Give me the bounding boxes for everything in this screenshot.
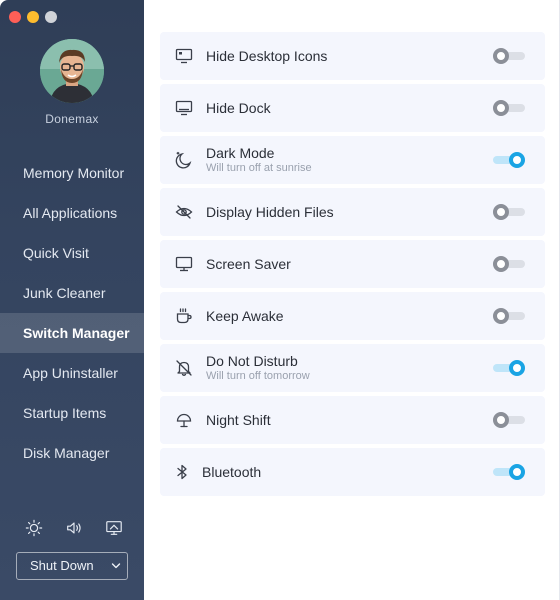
desktop-icon bbox=[175, 47, 193, 65]
switch-row-hide-desktop-icons[interactable]: Hide Desktop Icons bbox=[160, 32, 545, 80]
screen-saver-icon bbox=[175, 255, 193, 273]
sidebar: Donemax Memory Monitor All Applications … bbox=[0, 0, 144, 600]
switch-title: Keep Awake bbox=[206, 308, 284, 324]
toggle-hide-desktop-icons[interactable] bbox=[493, 48, 525, 64]
sidebar-item-memory-monitor[interactable]: Memory Monitor bbox=[0, 153, 144, 193]
switch-title: Do Not Disturb bbox=[206, 353, 298, 369]
shutdown-label: Shut Down bbox=[30, 558, 94, 573]
sidebar-item-app-uninstaller[interactable]: App Uninstaller bbox=[0, 353, 144, 393]
night-shift-icon bbox=[175, 411, 193, 429]
brightness-icon[interactable] bbox=[24, 518, 44, 538]
toggle-screen-saver[interactable] bbox=[493, 256, 525, 272]
toggle-do-not-disturb[interactable] bbox=[493, 360, 525, 376]
toggle-display-hidden-files[interactable] bbox=[493, 204, 525, 220]
switch-manager-panel: Hide Desktop Icons Hide Dock Dark Mode W… bbox=[144, 0, 560, 600]
toggle-night-shift[interactable] bbox=[493, 412, 525, 428]
switch-row-bluetooth[interactable]: Bluetooth bbox=[160, 448, 545, 496]
switch-list: Hide Desktop Icons Hide Dock Dark Mode W… bbox=[160, 32, 545, 500]
switch-title: Bluetooth bbox=[202, 464, 262, 480]
switch-row-hide-dock[interactable]: Hide Dock bbox=[160, 84, 545, 132]
switch-title: Hide Desktop Icons bbox=[206, 48, 328, 64]
traffic-lights bbox=[9, 11, 57, 23]
sidebar-item-quick-visit[interactable]: Quick Visit bbox=[0, 233, 144, 273]
toggle-bluetooth[interactable] bbox=[493, 464, 525, 480]
avatar-image bbox=[40, 39, 104, 103]
coffee-cup-icon bbox=[175, 307, 193, 325]
sidebar-nav: Memory Monitor All Applications Quick Vi… bbox=[0, 153, 144, 473]
switch-title: Night Shift bbox=[206, 412, 271, 428]
minimize-button[interactable] bbox=[27, 11, 39, 23]
hidden-files-icon bbox=[175, 203, 193, 221]
switch-subtitle: Will turn off at sunrise bbox=[206, 162, 312, 174]
switch-row-display-hidden-files[interactable]: Display Hidden Files bbox=[160, 188, 545, 236]
bell-off-icon bbox=[175, 359, 193, 377]
sidebar-item-junk-cleaner[interactable]: Junk Cleaner bbox=[0, 273, 144, 313]
sidebar-item-switch-manager[interactable]: Switch Manager bbox=[0, 313, 144, 353]
switch-title: Display Hidden Files bbox=[206, 204, 334, 220]
sidebar-item-disk-manager[interactable]: Disk Manager bbox=[0, 433, 144, 473]
switch-row-screen-saver[interactable]: Screen Saver bbox=[160, 240, 545, 288]
avatar[interactable] bbox=[40, 39, 104, 103]
switch-title: Screen Saver bbox=[206, 256, 291, 272]
switch-title: Dark Mode bbox=[206, 145, 275, 161]
sidebar-item-startup-items[interactable]: Startup Items bbox=[0, 393, 144, 433]
switch-title: Hide Dock bbox=[206, 100, 271, 116]
chevron-down-icon bbox=[111, 563, 121, 569]
bluetooth-icon bbox=[173, 463, 191, 481]
close-button[interactable] bbox=[9, 11, 21, 23]
dark-mode-icon bbox=[175, 151, 193, 169]
switch-row-do-not-disturb[interactable]: Do Not Disturb Will turn off tomorrow bbox=[160, 344, 545, 392]
switch-subtitle: Will turn off tomorrow bbox=[206, 370, 310, 382]
dock-icon bbox=[175, 99, 193, 117]
switch-row-dark-mode[interactable]: Dark Mode Will turn off at sunrise bbox=[160, 136, 545, 184]
shutdown-dropdown[interactable]: Shut Down bbox=[16, 552, 128, 580]
quick-controls bbox=[0, 518, 144, 538]
app-window: Donemax Memory Monitor All Applications … bbox=[0, 0, 560, 600]
toggle-dark-mode[interactable] bbox=[493, 152, 525, 168]
volume-icon[interactable] bbox=[64, 518, 84, 538]
toggle-keep-awake[interactable] bbox=[493, 308, 525, 324]
sidebar-item-all-applications[interactable]: All Applications bbox=[0, 193, 144, 233]
switch-row-keep-awake[interactable]: Keep Awake bbox=[160, 292, 545, 340]
toggle-hide-dock[interactable] bbox=[493, 100, 525, 116]
switch-row-night-shift[interactable]: Night Shift bbox=[160, 396, 545, 444]
display-icon[interactable] bbox=[104, 518, 124, 538]
username: Donemax bbox=[45, 112, 99, 126]
zoom-button[interactable] bbox=[45, 11, 57, 23]
